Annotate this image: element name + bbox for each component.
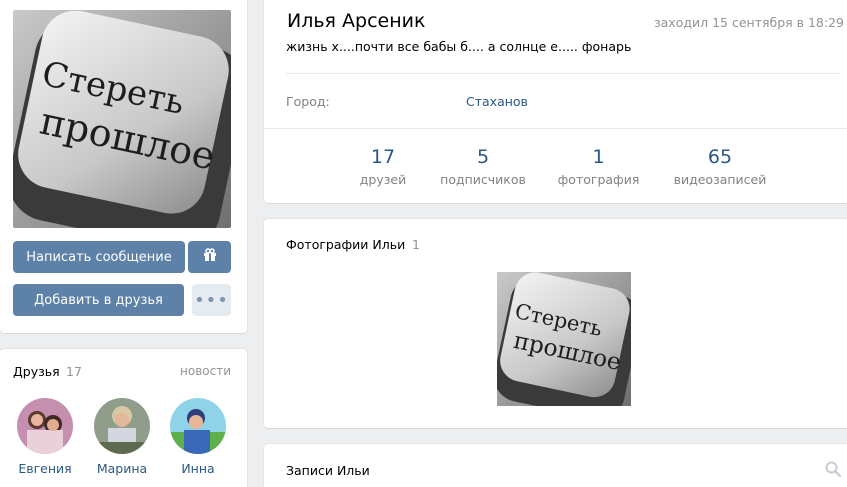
friend-name[interactable]: Евгения (10, 461, 80, 476)
gift-icon (203, 248, 217, 266)
friend-avatar[interactable] (94, 398, 150, 454)
counter-friends[interactable]: 17 друзей (350, 146, 416, 187)
photos-count: 1 (412, 237, 420, 252)
counter-label: друзей (359, 172, 407, 187)
city-label: Город: (286, 94, 330, 109)
add-friend-button[interactable]: Добавить в друзья (13, 284, 184, 316)
counter-followers[interactable]: 5 подписчиков (432, 146, 534, 187)
counter-value: 5 (476, 146, 490, 168)
posts-card: Записи Ильи (264, 444, 847, 487)
friend-item[interactable]: Евгения (10, 398, 80, 476)
photo-thumbnail[interactable]: Стереть прошлое (497, 272, 631, 406)
counter-label: подписчиков (440, 172, 526, 187)
counter-videos[interactable]: 65 видеозаписей (664, 146, 776, 187)
divider (264, 128, 847, 129)
counter-label: видеозаписей (673, 172, 767, 187)
friends-card: Друзья 17 новости Евгения Марина Инна (0, 349, 247, 487)
profile-info-card: Илья Арсеник заходил 15 сентября в 18:29… (264, 0, 847, 203)
friend-avatar[interactable] (170, 398, 226, 454)
friend-avatar[interactable] (17, 398, 73, 454)
city-link[interactable]: Стаханов (466, 94, 528, 109)
profile-avatar-card: Стереть прошлое Написать сообщение Добав… (0, 0, 247, 333)
counter-value: 1 (592, 146, 605, 168)
counter-label: фотография (557, 172, 640, 187)
profile-status: жизнь х....почти все бабы б.... а солнце… (286, 39, 632, 54)
search-icon[interactable] (825, 461, 842, 481)
counter-value: 17 (370, 146, 396, 168)
more-actions-button[interactable]: ••• (192, 284, 231, 316)
photos-title[interactable]: Фотографии Ильи (286, 237, 405, 252)
photos-card: Фотографии Ильи 1 Стереть прошлое (264, 219, 847, 428)
posts-title[interactable]: Записи Ильи (286, 463, 370, 478)
page-title: Илья Арсеник (287, 10, 426, 32)
counter-value: 65 (707, 146, 733, 168)
friend-name[interactable]: Инна (163, 461, 233, 476)
friends-title[interactable]: Друзья (13, 364, 60, 379)
friend-item[interactable]: Инна (163, 398, 233, 476)
friends-count: 17 (66, 364, 82, 379)
counter-photos[interactable]: 1 фотография (551, 146, 646, 187)
profile-avatar[interactable]: Стереть прошлое (13, 10, 231, 228)
friend-name[interactable]: Марина (87, 461, 157, 476)
friend-item[interactable]: Марина (87, 398, 157, 476)
divider (286, 73, 841, 74)
send-message-button[interactable]: Написать сообщение (13, 241, 185, 273)
last-seen-status: заходил 15 сентября в 18:29 (654, 15, 844, 30)
friends-news-link[interactable]: новости (180, 364, 231, 378)
gift-button[interactable] (188, 241, 231, 273)
